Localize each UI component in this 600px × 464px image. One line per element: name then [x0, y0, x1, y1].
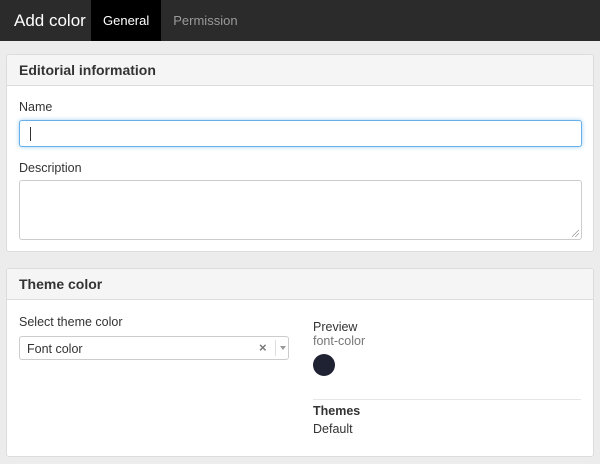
name-label: Name — [19, 100, 53, 114]
theme-color-select-value: Font color — [27, 342, 83, 356]
top-bar: Add color General Permission — [0, 0, 600, 41]
preview-color-name: font-color — [313, 334, 366, 348]
preview-divider — [313, 399, 581, 400]
editorial-information-panel: Editorial information Name Description — [6, 54, 594, 252]
description-textarea[interactable] — [19, 180, 582, 240]
name-input[interactable] — [19, 120, 582, 147]
description-label: Description — [19, 161, 82, 175]
preview-label: Preview — [313, 320, 358, 334]
themes-label: Themes — [313, 404, 361, 418]
theme-color-heading: Theme color — [7, 269, 593, 300]
text-caret — [30, 127, 31, 141]
resize-grip-icon[interactable] — [572, 230, 579, 237]
tab-general[interactable]: General — [91, 0, 162, 41]
themes-value: Default — [313, 422, 353, 436]
tab-permission[interactable]: Permission — [161, 0, 249, 41]
editorial-information-heading: Editorial information — [7, 55, 593, 86]
color-swatch — [313, 354, 335, 376]
theme-color-select[interactable]: Font color × — [19, 336, 289, 360]
theme-color-panel: Theme color Select theme color Font colo… — [6, 268, 594, 457]
select-theme-color-label: Select theme color — [19, 315, 123, 329]
clear-selection-icon[interactable]: × — [259, 340, 267, 355]
chevron-down-icon[interactable] — [280, 346, 286, 350]
page-title: Add color — [14, 11, 86, 30]
select-separator — [275, 340, 276, 356]
